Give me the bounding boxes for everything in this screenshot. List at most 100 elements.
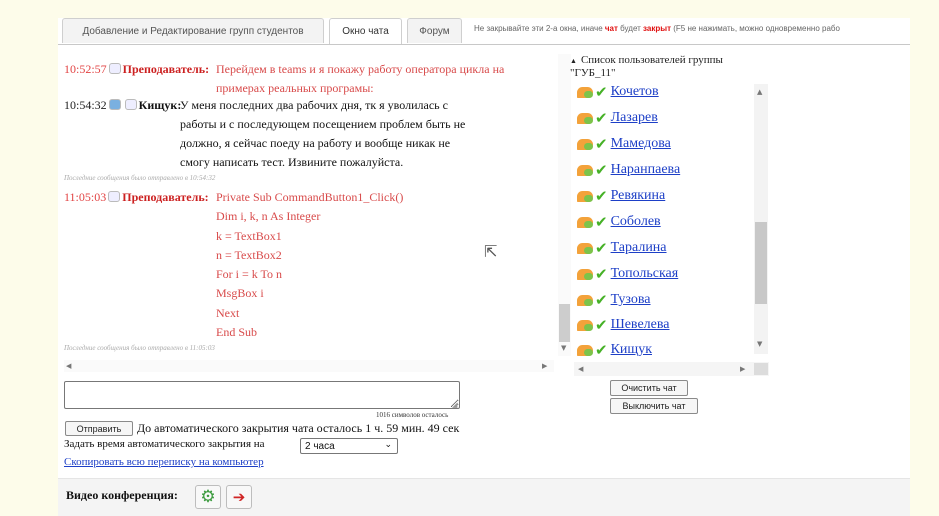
user-avatar-icon xyxy=(124,99,137,110)
check-icon: ✔ xyxy=(595,135,608,153)
user-link[interactable]: Тузова xyxy=(611,292,651,308)
message-time: 10:54:32 xyxy=(64,98,107,112)
message-sender: Кищук: xyxy=(138,98,182,112)
chat-bubble-icon xyxy=(577,190,593,202)
check-icon: ✔ xyxy=(595,341,608,359)
chat-scrollbar-horizontal[interactable]: ◀ ▶ xyxy=(64,360,554,372)
scroll-right-icon[interactable]: ▶ xyxy=(740,365,745,373)
message-text: У меня последних два рабочих дня, тк я у… xyxy=(180,98,466,169)
check-icon: ✔ xyxy=(595,291,608,309)
scrollbar-thumb[interactable] xyxy=(755,222,767,304)
user-link[interactable]: Лазарев xyxy=(611,110,658,126)
chat-bubble-icon xyxy=(577,319,593,331)
user-item: ✔ Мамедова xyxy=(577,134,671,154)
message-note: Последние сообщения было отправлено в 10… xyxy=(64,174,216,182)
user-item: ✔ Лазарев xyxy=(577,108,658,128)
chat-bubble-icon xyxy=(577,242,593,254)
chat-bubble-icon xyxy=(577,138,593,150)
check-icon: ✔ xyxy=(595,187,608,205)
disable-chat-button[interactable]: Выключить чат xyxy=(610,398,698,414)
user-item: ✔ Ревякина xyxy=(577,186,665,206)
copy-chat-link[interactable]: Скопировать всю переписку на компьютер xyxy=(64,456,264,468)
chat-bubble-icon xyxy=(577,164,593,176)
auto-close-status: До автоматического закрытия чата осталос… xyxy=(137,421,460,435)
message-time: 11:05:03 xyxy=(64,190,107,204)
user-link[interactable]: Мамедова xyxy=(611,136,671,152)
message-text: Перейдем в teams и я покажу работу опера… xyxy=(216,62,505,95)
user-avatar-icon xyxy=(108,191,121,202)
video-start-button[interactable]: ⚙ xyxy=(195,485,221,509)
users-scrollbar-vertical[interactable]: ▲ ▼ xyxy=(754,84,768,354)
video-exit-button[interactable]: ➔ xyxy=(226,485,252,509)
user-item: ✔ Топольская xyxy=(577,264,678,284)
users-scrollbar-horizontal[interactable]: ◀ ▶ xyxy=(574,362,769,376)
chat-bubble-icon xyxy=(577,268,593,280)
message-sender: Преподаватель: xyxy=(122,62,210,76)
user-item: ✔ Тузова xyxy=(577,290,651,310)
user-link[interactable]: Соболев xyxy=(611,214,661,230)
chat-bubble-icon xyxy=(577,294,593,306)
chat-bubble-icon xyxy=(577,344,593,356)
scroll-right-icon[interactable]: ▶ xyxy=(542,362,547,370)
microphone-icon xyxy=(108,99,121,110)
scrollbar-thumb[interactable] xyxy=(559,304,570,342)
user-link[interactable]: Ревякина xyxy=(611,188,666,204)
user-link[interactable]: Наранпаева xyxy=(611,162,681,178)
char-count: 1016 символов осталось xyxy=(376,411,449,419)
clear-chat-button[interactable]: Очистить чат xyxy=(610,380,688,396)
user-link[interactable]: Топольская xyxy=(611,266,679,282)
check-icon: ✔ xyxy=(595,213,608,231)
message-input[interactable] xyxy=(64,381,460,409)
tab-forum[interactable]: Форум xyxy=(407,18,462,43)
chat-message: 10:52:57 Преподаватель: xyxy=(64,60,209,79)
collapse-arrow-icon[interactable]: ▲ xyxy=(570,57,577,65)
message-note: Последние сообщения было отправлено в 11… xyxy=(64,344,215,352)
video-conference-bar xyxy=(58,478,910,516)
check-icon: ✔ xyxy=(595,109,608,127)
check-icon: ✔ xyxy=(595,265,608,283)
message-sender: Преподаватель: xyxy=(122,190,209,204)
user-item: ✔ Кочетов xyxy=(577,82,659,102)
scroll-up-icon[interactable]: ▲ xyxy=(757,88,762,96)
scrollbar-thumb[interactable] xyxy=(754,363,768,375)
chat-scrollbar-vertical[interactable]: ▼ xyxy=(558,54,571,356)
user-item: ✔ Соболев xyxy=(577,212,661,232)
scroll-down-icon[interactable]: ▼ xyxy=(561,344,566,352)
user-link[interactable]: Таралина xyxy=(611,240,667,256)
user-link[interactable]: Кищук xyxy=(611,342,652,358)
mouse-cursor-icon: ⇱ xyxy=(484,242,498,261)
warning-notice: Не закрывайте эти 2-а окна, иначе чат бу… xyxy=(474,24,840,33)
gear-icon: ⚙ xyxy=(200,487,216,507)
user-item: ✔ Кищук xyxy=(577,340,652,360)
users-list-title: ▲ Список пользователей группы "ГУБ_11" xyxy=(570,54,723,79)
chat-message: 11:05:03 Преподаватель: xyxy=(64,188,209,207)
video-conference-label: Видео конференция: xyxy=(66,488,178,502)
scroll-down-icon[interactable]: ▼ xyxy=(757,340,762,348)
auto-close-label: Задать время автоматического закрытия на xyxy=(64,438,265,450)
scroll-left-icon[interactable]: ◀ xyxy=(578,365,583,373)
chat-bubble-icon xyxy=(577,112,593,124)
chevron-down-icon: ⌄ xyxy=(384,440,392,450)
check-icon: ✔ xyxy=(595,83,608,101)
chat-bubble-icon xyxy=(577,86,593,98)
resize-grip-icon[interactable]: ◢ xyxy=(452,401,457,409)
user-link[interactable]: Кочетов xyxy=(611,84,659,100)
user-link[interactable]: Шевелева xyxy=(611,317,670,333)
user-item: ✔ Таралина xyxy=(577,238,667,258)
send-button[interactable]: Отправить xyxy=(65,421,133,436)
tab-chat[interactable]: Окно чата xyxy=(329,18,402,44)
message-code: Private Sub CommandButton1_Click() Dim i… xyxy=(216,190,404,340)
auto-close-select[interactable]: 2 часа ⌄ xyxy=(300,438,398,454)
user-item: ✔ Наранпаева xyxy=(577,160,680,180)
chat-bubble-icon xyxy=(577,216,593,228)
chat-messages: 10:52:57 Преподаватель: Перейдем в teams … xyxy=(64,58,550,358)
scroll-left-icon[interactable]: ◀ xyxy=(66,362,71,370)
chat-message: 10:54:32 Кищук: xyxy=(64,96,181,115)
check-icon: ✔ xyxy=(595,239,608,257)
check-icon: ✔ xyxy=(595,316,608,334)
tab-bar: Добавление и Редактирование групп студен… xyxy=(58,18,910,45)
tab-groups[interactable]: Добавление и Редактирование групп студен… xyxy=(62,18,324,43)
user-item: ✔ Шевелева xyxy=(577,315,670,335)
check-icon: ✔ xyxy=(595,161,608,179)
message-time: 10:52:57 xyxy=(64,62,107,76)
